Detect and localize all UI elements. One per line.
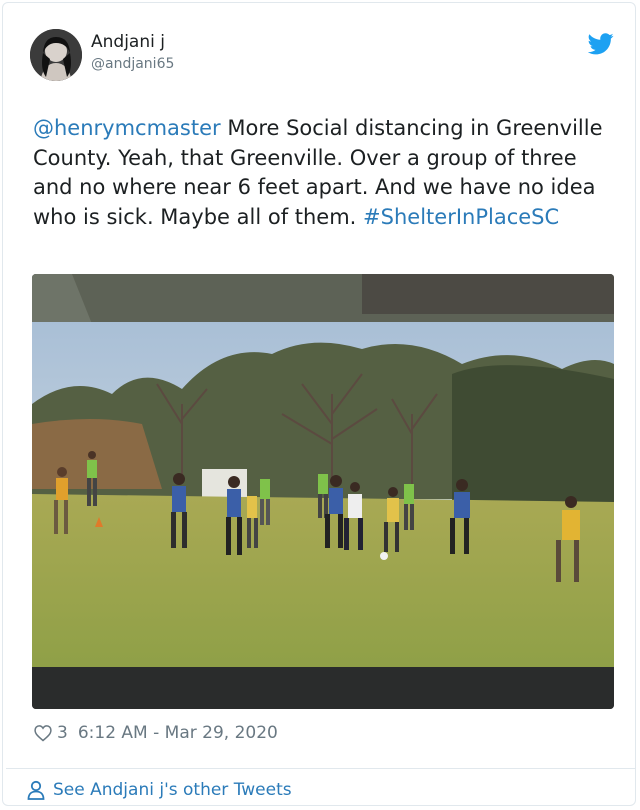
tweet-meta: 3 6:12 AM - Mar 29, 2020 (33, 721, 278, 745)
tweet-timestamp[interactable]: 6:12 AM - Mar 29, 2020 (78, 723, 278, 743)
tweet-photo[interactable] (32, 274, 614, 709)
hashtag-link[interactable]: #ShelterInPlaceSC (363, 205, 559, 229)
mention-link[interactable]: @henrymcmaster (33, 116, 221, 140)
person-icon (27, 780, 45, 800)
footer-divider (6, 768, 636, 769)
avatar[interactable] (30, 29, 82, 81)
avatar-image (30, 29, 82, 81)
twitter-bird-icon[interactable] (588, 33, 614, 55)
heart-icon[interactable] (33, 723, 53, 743)
soccer-field-photo (32, 274, 614, 709)
other-tweets-label[interactable]: See Andjani j's other Tweets (53, 780, 292, 800)
tweet-card: Andjani j @andjani65 @henrymcmaster More… (2, 2, 636, 806)
other-tweets-link[interactable]: See Andjani j's other Tweets (27, 777, 292, 803)
author-name[interactable]: Andjani j (91, 32, 165, 52)
author-handle[interactable]: @andjani65 (91, 56, 174, 72)
like-count[interactable]: 3 (57, 723, 68, 743)
tweet-text: @henrymcmaster More Social distancing in… (33, 114, 613, 232)
